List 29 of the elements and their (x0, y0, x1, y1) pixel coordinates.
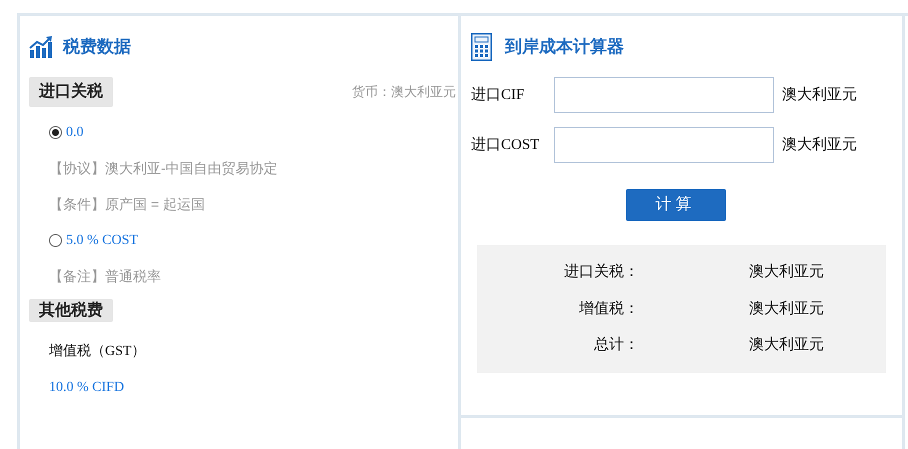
note-text: 【协议】澳大利亚-中国自由贸易协定 (49, 159, 278, 178)
section-heading: 进口关税 (29, 77, 113, 107)
unit-label: 澳大利亚元 (782, 136, 857, 155)
field-label: 进口COST (471, 136, 540, 155)
panel-title: 到岸成本计算器 (505, 36, 624, 58)
result-label: 增值税： (578, 298, 639, 318)
tax-name: 增值税（GST） (49, 342, 146, 361)
rate-text: 10.0 % CIFD (49, 379, 124, 397)
result-label: 总计： (593, 335, 639, 355)
result-value: 澳大利亚元 (749, 262, 824, 282)
radio-button[interactable] (49, 126, 62, 138)
result-value: 澳大利亚元 (749, 335, 824, 355)
radio-button[interactable] (49, 234, 62, 246)
field-label: 进口CIF (471, 86, 526, 105)
calculator-icon (471, 33, 492, 61)
currency-note: 货币：澳大利亚元 (352, 83, 456, 102)
note-text: 【条件】原产国 = 起运国 (49, 195, 205, 214)
panel-title: 税费数据 (63, 36, 131, 58)
input-field[interactable] (554, 77, 774, 113)
input-field[interactable] (554, 127, 774, 163)
note-text: 【备注】普通税率 (49, 267, 161, 286)
rate-text: 0.0 (66, 124, 84, 142)
rate-text: 5.0 % COST (66, 232, 138, 250)
unit-label: 澳大利亚元 (782, 86, 857, 105)
section-heading: 其他税费 (29, 299, 113, 322)
chart-icon (29, 36, 53, 58)
result-value: 澳大利亚元 (749, 298, 824, 318)
result-label: 进口关税： (563, 262, 639, 282)
calculate-button[interactable]: 计算 (626, 189, 726, 221)
